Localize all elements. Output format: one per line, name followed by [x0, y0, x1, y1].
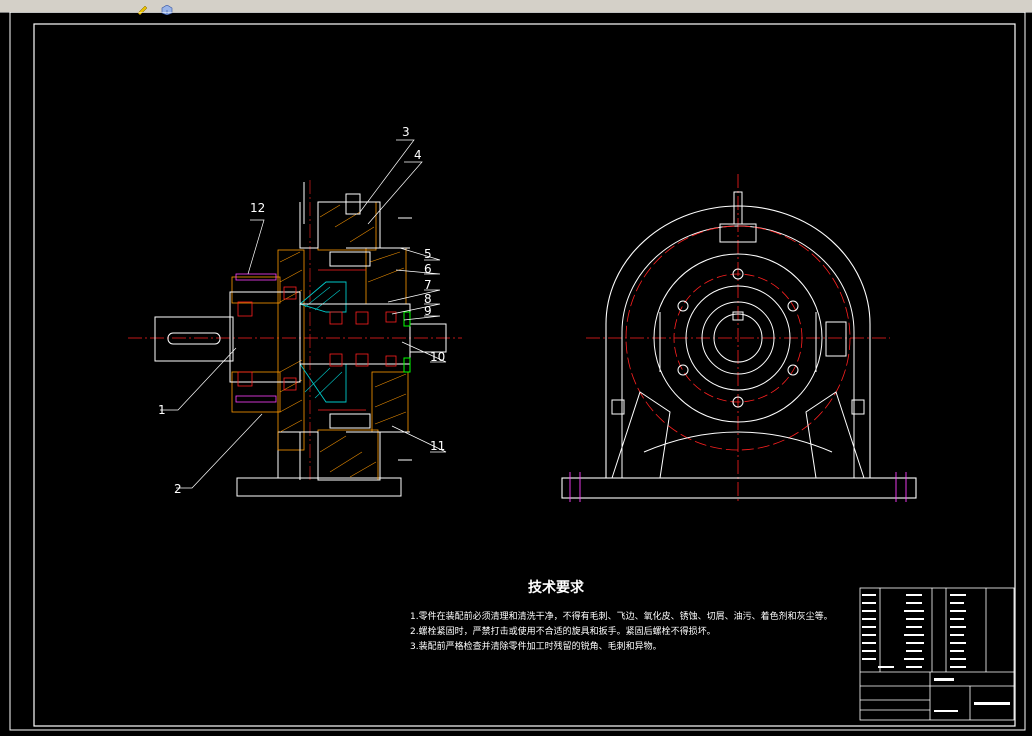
- outer-frame: [9, 11, 1026, 731]
- part-label-2: 2: [174, 482, 182, 496]
- technical-requirements: 技术要求 1.零件在装配前必须清理和清洗干净，不得有毛刺、飞边、氧化皮、锈蚀、切…: [410, 579, 833, 652]
- tech-requirement-2: 2.螺栓紧固时，严禁打击或使用不合适的旋具和扳手。紧固后螺栓不得损坏。: [410, 625, 716, 637]
- sectional-view: [128, 139, 462, 497]
- part-label-9: 9: [424, 304, 432, 318]
- tech-requirement-3: 3.装配前严格检查并清除零件加工时残留的锐角、毛刺和异物。: [410, 640, 662, 652]
- cad-canvas[interactable]: 1 2 3 4 5 6 7 8 9 10 11 12 技术要求 1.零件在装配前…: [0, 11, 1032, 732]
- part-label-3: 3: [402, 125, 410, 139]
- part-label-11: 11: [430, 439, 445, 453]
- part-label-6: 6: [424, 262, 432, 276]
- tech-requirements-title: 技术要求: [528, 579, 585, 596]
- part-label-5: 5: [424, 247, 432, 261]
- part-label-12: 12: [250, 201, 265, 215]
- title-block-rows: [862, 594, 1010, 712]
- part-label-7: 7: [424, 278, 432, 292]
- tool-pencil-icon[interactable]: [136, 0, 148, 16]
- part-label-10: 10: [430, 350, 445, 364]
- part-label-4: 4: [414, 148, 422, 162]
- tech-requirement-1: 1.零件在装配前必须清理和清洗干净，不得有毛刺、飞边、氧化皮、锈蚀、切屑、油污、…: [410, 610, 833, 622]
- part-label-1: 1: [158, 403, 166, 417]
- title-block: [859, 587, 1015, 721]
- tool-cube-icon[interactable]: [160, 0, 173, 16]
- end-view: [561, 174, 917, 502]
